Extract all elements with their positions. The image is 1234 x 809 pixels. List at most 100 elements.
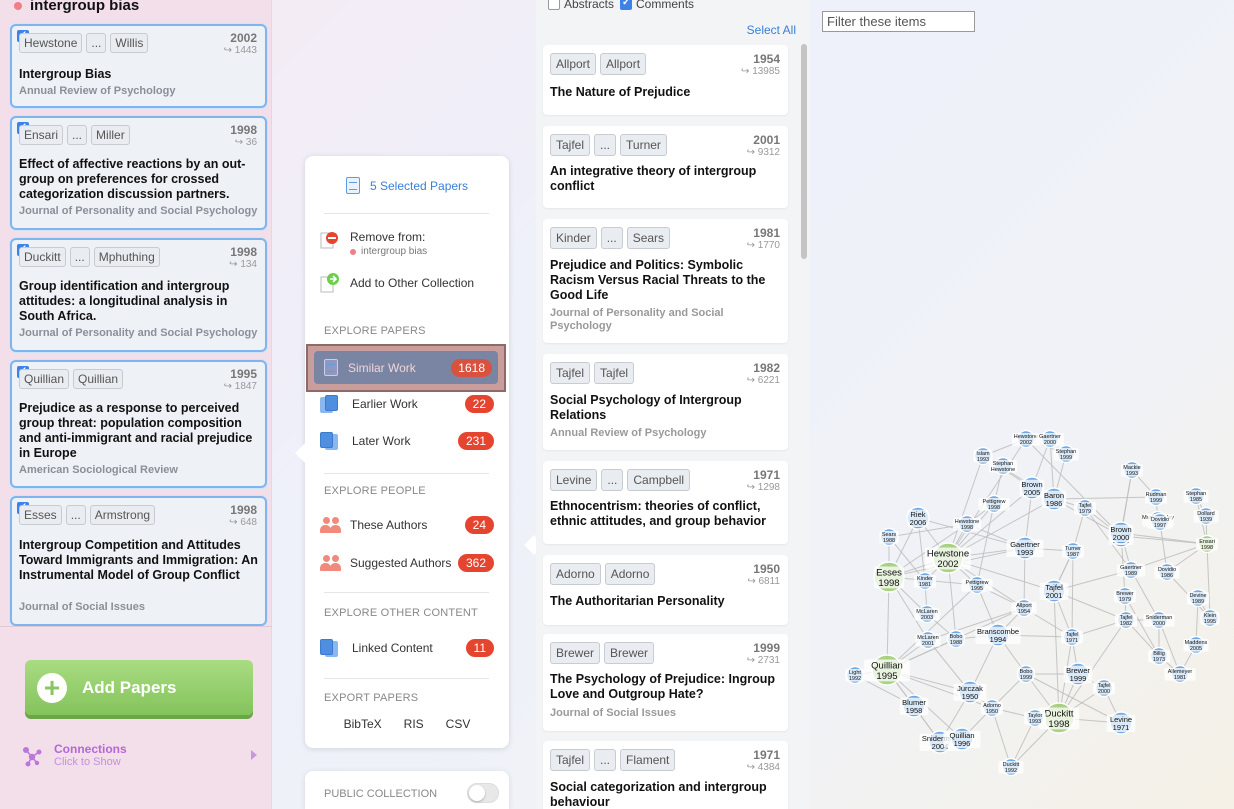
- paper-title[interactable]: Social Psychology of Intergroup Relation…: [550, 393, 780, 423]
- result-card[interactable]: Tajfel... Flament 1971 ↪ 4384 Social categ…: [543, 741, 788, 809]
- paper-title[interactable]: The Authoritarian Personality: [550, 594, 780, 609]
- graph-node[interactable]: Tajfel 2000: [1092, 678, 1116, 698]
- these-authors-item[interactable]: These Authors 24: [320, 516, 494, 534]
- graph-node[interactable]: Billig 1973: [1147, 646, 1171, 666]
- author-chip[interactable]: Tajfel: [550, 134, 591, 156]
- graph-node[interactable]: Allport 1954: [1011, 598, 1037, 618]
- graph-node[interactable]: Maddens 2005: [1183, 635, 1209, 655]
- graph-node[interactable]: McLaren 2001: [915, 630, 941, 650]
- graph-node[interactable]: Jurczak 1950: [953, 680, 987, 704]
- author-chip[interactable]: Turner: [620, 134, 667, 156]
- suggested-authors-item[interactable]: Suggested Authors 362: [320, 554, 494, 572]
- author-chip[interactable]: Sears: [626, 227, 671, 249]
- graph-node[interactable]: Branscombe 1994: [975, 623, 1021, 647]
- author-chip[interactable]: Allport: [600, 53, 647, 75]
- graph-node[interactable]: Gaertner 2000: [1035, 429, 1065, 449]
- author-chip[interactable]: Tajfel: [594, 362, 635, 384]
- paper-card[interactable]: ✓ QuillianQuillian 1995↪ 1847 Prejudice …: [10, 360, 267, 488]
- graph-node[interactable]: Brewer 1979: [1113, 586, 1137, 606]
- author-chip[interactable]: Mphuthing: [93, 247, 160, 267]
- remove-from-collection[interactable]: Remove from: intergroup bias: [320, 230, 494, 257]
- graph-node[interactable]: Esses 1998: [873, 561, 905, 593]
- graph-node[interactable]: Blumer 1958: [899, 694, 929, 718]
- graph-node[interactable]: Quillian 1995: [864, 654, 910, 686]
- graph-node[interactable]: Pettigrew 1998: [978, 494, 1010, 514]
- result-card[interactable]: Kinder... Sears 1981 ↪ 1770 Prejudice and …: [543, 219, 788, 343]
- result-card[interactable]: Brewer Brewer 1999 ↪ 2731 The Psychology o…: [543, 634, 788, 731]
- export-csv-button[interactable]: CSV: [446, 717, 471, 731]
- paper-title[interactable]: Group identification and intergroup atti…: [19, 279, 259, 324]
- graph-node[interactable]: Klein 1995: [1200, 608, 1220, 628]
- author-chip[interactable]: Tajfel: [550, 749, 591, 771]
- graph-node[interactable]: Brown 2000: [1108, 521, 1134, 545]
- filter-input[interactable]: [822, 11, 975, 32]
- result-card[interactable]: Levine... Campbell 1971 ↪ 1298 Ethnocentri…: [543, 461, 788, 544]
- paper-card[interactable]: ✓ Ensari...Miller 1998↪ 36 Effect of aff…: [10, 116, 267, 230]
- similar-work-item[interactable]: Similar Work 1618: [314, 351, 498, 384]
- author-chip[interactable]: Levine: [550, 469, 598, 491]
- graph-node[interactable]: Mackie 1993: [1120, 460, 1144, 480]
- author-chip[interactable]: Willis: [110, 33, 149, 53]
- graph-node[interactable]: Allemeyer 1981: [1164, 664, 1196, 684]
- graph-node[interactable]: Stephan 1985: [1183, 486, 1209, 506]
- earlier-work-item[interactable]: Earlier Work 22: [320, 395, 494, 413]
- author-chip[interactable]: Quillian: [19, 369, 70, 389]
- result-card[interactable]: Tajfel... Turner 2001 ↪ 9312 An integrativ…: [543, 126, 788, 208]
- later-work-item[interactable]: Later Work 231: [320, 432, 494, 450]
- graph-node[interactable]: Bobo 1999: [1016, 664, 1036, 684]
- graph-node[interactable]: Baron 1986: [1041, 487, 1067, 511]
- results-scrollbar[interactable]: [801, 44, 807, 259]
- selected-papers-summary[interactable]: 5 Selected Papers: [320, 177, 494, 194]
- graph-node[interactable]: Gaertner 1989: [1116, 560, 1146, 580]
- graph-node[interactable]: Devine 1989: [1186, 588, 1210, 608]
- graph-node[interactable]: Adorno 1950: [980, 698, 1004, 718]
- author-chip[interactable]: ...: [594, 134, 617, 156]
- paper-title[interactable]: Effect of affective reactions by an out-…: [19, 157, 259, 202]
- graph-node[interactable]: Stephan Hewstone: [988, 456, 1018, 476]
- result-card[interactable]: Allport Allport 1954 ↪ 13985 The Nature of…: [543, 45, 788, 115]
- graph-node[interactable]: Kinder 1981: [913, 571, 937, 591]
- select-all-link[interactable]: Select All: [747, 23, 796, 37]
- author-chip[interactable]: Flament: [620, 749, 676, 771]
- paper-title[interactable]: The Nature of Prejudice: [550, 85, 780, 100]
- graph-node[interactable]: Sniderman 2000: [1143, 610, 1175, 630]
- author-chip[interactable]: Adorno: [604, 563, 656, 585]
- paper-card[interactable]: ✓ Duckitt...Mphuthing 1998↪ 134 Group id…: [10, 238, 267, 352]
- paper-card[interactable]: ✓ Esses...Armstrong 1998↪ 648 Intergroup…: [10, 496, 267, 626]
- paper-title[interactable]: Prejudice and Politics: Symbolic Racism …: [550, 258, 780, 303]
- graph-node[interactable]: Brown 2005: [1019, 476, 1045, 500]
- paper-title[interactable]: An integrative theory of intergroup conf…: [550, 164, 780, 194]
- author-chip[interactable]: Adorno: [550, 563, 601, 585]
- graph-node[interactable]: Quillian 1996: [943, 727, 981, 751]
- graph-node[interactable]: Stephan 1999: [1053, 444, 1079, 464]
- graph-node[interactable]: Rudman 1999: [1144, 487, 1168, 507]
- export-ris-button[interactable]: RIS: [404, 717, 424, 731]
- author-chip[interactable]: ...: [65, 505, 86, 525]
- add-papers-button[interactable]: + Add Papers: [25, 660, 253, 715]
- graph-node[interactable]: Ensari 1998: [1195, 534, 1219, 554]
- paper-title[interactable]: The Psychology of Prejudice: Ingroup Lov…: [550, 672, 780, 702]
- graph-node[interactable]: Riek 2006: [906, 506, 930, 530]
- graph-node[interactable]: Hewstone 1998: [952, 514, 982, 534]
- author-chip[interactable]: Duckitt: [19, 247, 66, 267]
- graph-node[interactable]: Tajfel 1971: [1060, 627, 1084, 647]
- connections-toggle[interactable]: Connections Click to Show: [20, 742, 265, 772]
- author-chip[interactable]: Brewer: [550, 642, 601, 664]
- graph-node[interactable]: Tajfel 1982: [1114, 610, 1138, 630]
- author-chip[interactable]: ...: [86, 33, 107, 53]
- paper-card[interactable]: ✓ Hewstone...Willis 2002↪ 1443 Intergrou…: [10, 24, 267, 108]
- graph-node[interactable]: Brewer 1999: [1063, 662, 1093, 686]
- paper-title[interactable]: Intergroup Competition and Attitudes Tow…: [19, 538, 259, 583]
- graph-node[interactable]: Sears 1988: [879, 527, 899, 547]
- public-collection-toggle[interactable]: [467, 783, 499, 803]
- graph-node[interactable]: Hewstone 2002: [1011, 429, 1041, 449]
- author-chip[interactable]: Allport: [550, 53, 597, 75]
- export-bibtex-button[interactable]: BibTeX: [344, 717, 382, 731]
- citation-network-graph[interactable]: Hewstone 2002 Esses 1998 Quillian 1995 Duckitt…: [810, 420, 1234, 809]
- comments-checkbox[interactable]: Comments: [620, 0, 694, 11]
- paper-title[interactable]: Social categorization and intergroup beh…: [550, 780, 780, 809]
- paper-title[interactable]: Prejudice as a response to perceived gro…: [19, 401, 259, 461]
- paper-title[interactable]: Ethnocentrism: theories of conflict, eth…: [550, 499, 780, 529]
- graph-node[interactable]: Taylor 1993: [1023, 708, 1047, 728]
- author-chip[interactable]: Miller: [91, 125, 130, 145]
